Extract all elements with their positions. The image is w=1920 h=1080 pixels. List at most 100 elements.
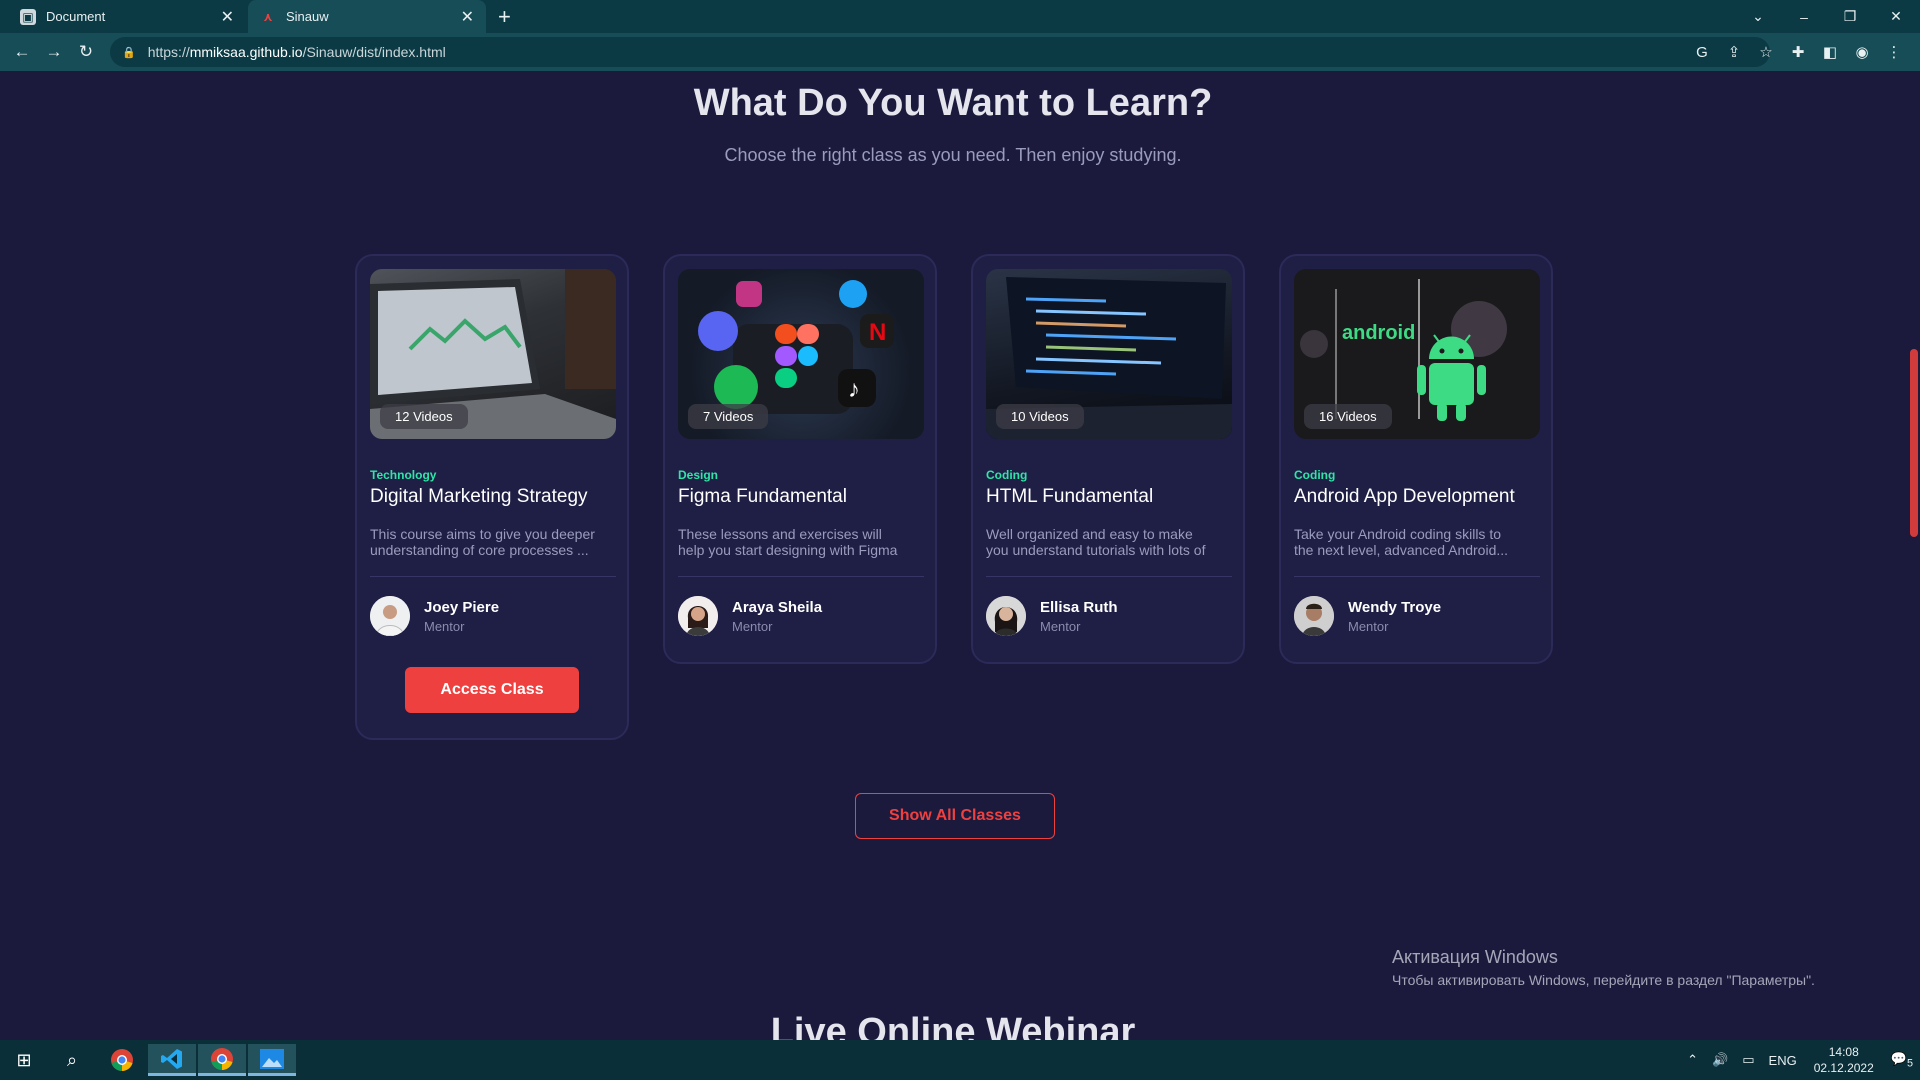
video-count-badge: 10 Videos	[996, 404, 1084, 429]
android-word: android	[1342, 322, 1415, 344]
video-count-badge: 7 Videos	[688, 404, 769, 429]
browser-tab-bar: ▣ Document ✕ ⋏ Sinauw ✕ + ⌄ – ❐ ✕	[0, 0, 1920, 33]
close-tab-icon[interactable]: ✕	[221, 7, 234, 27]
course-card[interactable]: N ♪ 7 Videos Design Figma Fundamental Th…	[663, 254, 937, 664]
search-icon[interactable]: ⌕	[48, 1044, 96, 1076]
course-description: This course aims to give you deeper unde…	[370, 526, 616, 558]
tab-title: Sinauw	[286, 9, 329, 24]
course-description-line: help you start designing with Figma	[678, 542, 898, 558]
course-card[interactable]: 10 Videos Coding HTML Fundamental Well o…	[971, 254, 1245, 664]
course-title: Android App Development	[1294, 486, 1515, 507]
new-tab-icon[interactable]: +	[498, 4, 511, 30]
course-title: HTML Fundamental	[986, 486, 1154, 507]
course-title: Digital Marketing Strategy	[370, 486, 588, 507]
mentor-avatar	[1294, 596, 1334, 636]
course-thumbnail: 12 Videos	[370, 269, 616, 439]
course-thumbnail: android 16 Videos	[1294, 269, 1540, 439]
course-title: Figma Fundamental	[678, 486, 847, 507]
volume-icon[interactable]: 🔊	[1712, 1052, 1728, 1068]
course-card[interactable]: android 16 Videos Coding Android App Dev…	[1279, 254, 1553, 664]
tab-search-icon[interactable]: ⌄	[1735, 8, 1781, 25]
photos-icon[interactable]	[248, 1044, 296, 1076]
vscode-icon[interactable]	[148, 1044, 196, 1076]
network-icon[interactable]: ▭	[1742, 1052, 1754, 1068]
chevron-up-icon[interactable]: ⌃	[1687, 1052, 1698, 1068]
system-tray: ⌃ 🔊 ▭ ENG 14:08 02.12.2022 💬5	[1680, 1040, 1920, 1080]
clock[interactable]: 14:08 02.12.2022	[1814, 1044, 1874, 1076]
windows-start-icon[interactable]: ⊞	[0, 1044, 48, 1076]
clock-time: 14:08	[1828, 1045, 1859, 1059]
url-host: mmiksaa.github.io	[189, 44, 303, 60]
lock-icon: 🔒	[122, 46, 136, 59]
course-description: Take your Android coding skills to the n…	[1294, 526, 1540, 558]
language-indicator[interactable]: ENG	[1769, 1053, 1797, 1068]
windows-taskbar: ⊞ ⌕ ⌃ 🔊 ▭ ENG 14:08 02.12.2022 💬5	[0, 1040, 1920, 1080]
web-page: What Do You Want to Learn? Choose the ri…	[0, 71, 1906, 1040]
course-category: Design	[678, 468, 719, 482]
profile-avatar-icon[interactable]: ◉	[1846, 43, 1878, 61]
mentor-role: Mentor	[424, 619, 465, 634]
course-description-line: understanding of core processes ...	[370, 542, 589, 558]
back-icon[interactable]: ←	[6, 42, 38, 62]
mentor-role: Mentor	[1040, 619, 1081, 634]
minimize-icon[interactable]: –	[1781, 9, 1827, 25]
url-path: /Sinauw/dist/index.html	[302, 44, 446, 60]
show-all-classes-button[interactable]: Show All Classes	[855, 793, 1055, 839]
close-window-icon[interactable]: ✕	[1873, 8, 1919, 25]
section-subtitle: Choose the right class as you need. Then…	[724, 145, 1182, 165]
mentor-name: Joey Piere	[424, 599, 500, 616]
page-scrollbar[interactable]	[1906, 71, 1920, 1040]
forward-icon[interactable]: →	[38, 42, 70, 62]
bookmark-star-icon[interactable]: ☆	[1750, 43, 1782, 61]
course-description: These lessons and exercises will help yo…	[678, 526, 924, 558]
course-thumbnail: N ♪ 7 Videos	[678, 269, 924, 439]
notifications-icon[interactable]: 💬5	[1891, 1051, 1913, 1070]
course-description-line: Well organized and easy to make	[986, 526, 1193, 542]
course-description: Well organized and easy to make you unde…	[986, 526, 1232, 558]
browser-toolbar: ← → ↻ 🔒 https:// mmiksaa.github.io /Sina…	[0, 33, 1920, 71]
video-count-badge: 16 Videos	[1304, 404, 1392, 429]
mentor-avatar	[370, 596, 410, 636]
scrollbar-thumb[interactable]	[1910, 349, 1918, 537]
next-section-title: Live Online Webinar	[770, 1011, 1136, 1040]
share-icon[interactable]: ⇪	[1718, 43, 1750, 61]
course-description-line: the next level, advanced Android...	[1294, 542, 1509, 558]
divider	[678, 576, 924, 577]
access-class-button[interactable]: Access Class	[405, 667, 579, 713]
course-card[interactable]: 12 Videos Technology Digital Marketing S…	[355, 254, 629, 740]
close-tab-icon[interactable]: ✕	[461, 7, 474, 27]
google-icon[interactable]: G	[1686, 44, 1718, 61]
notification-count: 5	[1906, 1057, 1913, 1070]
reload-icon[interactable]: ↻	[70, 42, 102, 62]
tab-title: Document	[46, 9, 106, 24]
chrome-icon[interactable]	[98, 1044, 146, 1076]
chrome-dev-icon[interactable]	[198, 1044, 246, 1076]
mentor-avatar	[986, 596, 1026, 636]
side-panel-icon[interactable]: ◧	[1814, 43, 1846, 61]
course-description-line: This course aims to give you deeper	[370, 526, 595, 542]
divider	[370, 576, 616, 577]
extensions-icon[interactable]: ✚	[1782, 43, 1814, 61]
video-count-badge: 12 Videos	[380, 404, 468, 429]
address-bar[interactable]: 🔒 https:// mmiksaa.github.io /Sinauw/dis…	[110, 37, 1770, 67]
tab-sinauw[interactable]: ⋏ Sinauw ✕	[248, 0, 486, 33]
mentor-name: Ellisa Ruth	[1040, 599, 1118, 616]
menu-icon[interactable]: ⋮	[1878, 43, 1910, 61]
clock-date: 02.12.2022	[1813, 1061, 1874, 1075]
svg-text:N: N	[869, 319, 886, 346]
mentor-name: Araya Sheila	[732, 599, 823, 616]
course-category: Coding	[1294, 468, 1336, 482]
mentor-avatar	[678, 596, 718, 636]
divider	[986, 576, 1232, 577]
sinauw-favicon-icon: ⋏	[263, 9, 273, 24]
toolbar-icons: G ⇪ ☆ ✚ ◧ ◉ ⋮	[1686, 33, 1910, 71]
course-thumbnail: 10 Videos	[986, 269, 1232, 439]
course-category: Coding	[986, 468, 1028, 482]
tab-document[interactable]: ▣ Document ✕	[8, 0, 246, 33]
activation-text: Чтобы активировать Windows, перейдите в …	[1392, 972, 1815, 988]
restore-icon[interactable]: ❐	[1827, 8, 1873, 25]
mentor-role: Mentor	[1348, 619, 1389, 634]
window-controls: ⌄ – ❐ ✕	[1735, 0, 1919, 33]
document-favicon-icon: ▣	[20, 8, 36, 25]
course-description-line: These lessons and exercises will	[678, 526, 882, 542]
